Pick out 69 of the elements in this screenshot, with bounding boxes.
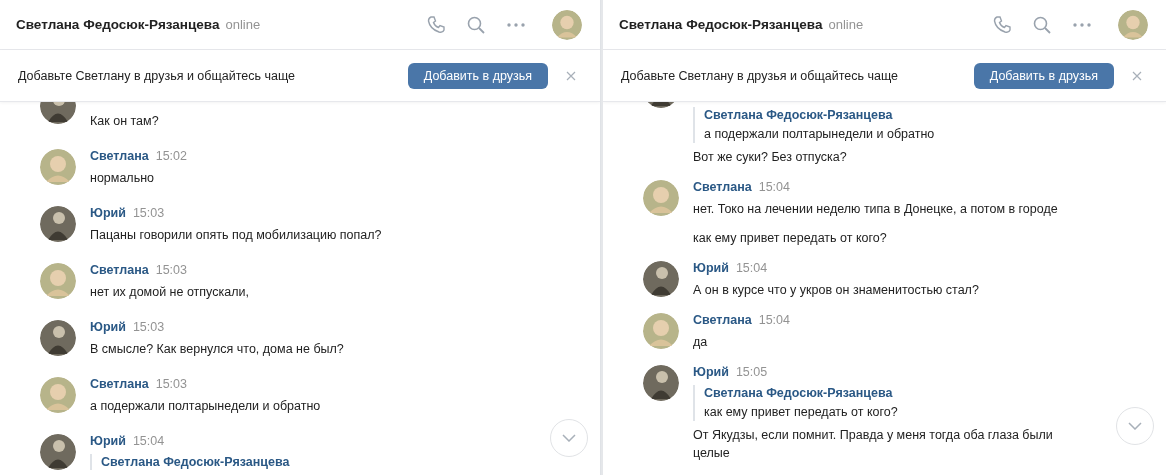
avatar xyxy=(552,9,582,40)
message-time: 15:04 xyxy=(132,434,165,449)
sender-name[interactable]: Юрий xyxy=(693,365,729,380)
message-text: В смысле? Как вернулся что, дома не был? xyxy=(90,341,344,358)
message-text: нормально xyxy=(90,170,155,187)
sender-name[interactable]: Светлана xyxy=(90,263,149,278)
avatar xyxy=(643,313,679,349)
message-time: 15:05 xyxy=(735,365,768,380)
message-text: От Якудзы, если помнит. Правда у меня тогда оба глаза были целые xyxy=(693,427,1054,462)
search-icon[interactable] xyxy=(466,14,486,35)
avatar xyxy=(643,180,679,216)
online-status: online xyxy=(828,17,864,32)
phone-icon[interactable] xyxy=(992,14,1012,35)
sender-name[interactable]: Юрий xyxy=(90,206,126,221)
message-time: 15:04 xyxy=(758,180,790,195)
more-icon[interactable] xyxy=(506,21,526,28)
close-icon[interactable] xyxy=(566,70,576,81)
add-friend-button[interactable]: Добавить в друзья xyxy=(973,62,1114,89)
message-text: да xyxy=(693,334,709,351)
avatar xyxy=(40,434,76,470)
message-text: Как он там? xyxy=(90,113,159,130)
quote-author[interactable]: Светлана Федосюк-Рязанцева xyxy=(704,107,935,123)
avatar xyxy=(1118,9,1148,40)
avatar xyxy=(643,261,679,297)
chat-title: Светлана Федосюк-Рязанцева xyxy=(16,17,220,32)
avatar xyxy=(40,206,76,242)
sender-name[interactable]: Светлана xyxy=(693,180,752,195)
online-status: online xyxy=(225,17,261,32)
quote-author[interactable]: Светлана Федосюк-Рязанцева xyxy=(101,454,290,470)
phone-icon[interactable] xyxy=(426,14,446,35)
avatar xyxy=(40,149,76,185)
scroll-down-button[interactable] xyxy=(1116,407,1154,445)
message-time: 15:02 xyxy=(155,149,187,164)
message-text: Пацаны говорили опять под мобилизацию попал? xyxy=(90,227,382,244)
message-text: нет их домой не отпускали, xyxy=(90,284,249,301)
sender-name[interactable]: Юрий xyxy=(90,320,126,335)
sender-name[interactable]: Светлана xyxy=(90,377,149,392)
avatar xyxy=(40,377,76,413)
chevron-down-icon xyxy=(562,434,576,442)
avatar xyxy=(40,320,76,356)
message-time: 15:03 xyxy=(132,320,165,335)
message-time: 15:03 xyxy=(155,377,187,392)
search-icon[interactable] xyxy=(1032,14,1052,35)
message-text: как ему привет передать от кого? xyxy=(693,230,888,247)
avatar xyxy=(643,365,679,401)
message-text: А он в курсе что у укров он знаменитостью стал? xyxy=(693,282,979,299)
message-text: Вот же суки? Без отпуска? xyxy=(693,149,848,166)
sender-name[interactable]: Светлана xyxy=(90,149,149,164)
banner-text: Добавьте Светлану в друзья и общайтесь чаще xyxy=(18,68,296,83)
message-text: а подержали полтарынедели и обратно xyxy=(90,398,321,415)
quote-text: а подержали полтарынедели и обратно xyxy=(704,126,935,143)
chevron-down-icon xyxy=(1128,422,1142,430)
scroll-down-button[interactable] xyxy=(550,419,588,457)
message-time: 15:03 xyxy=(132,206,165,221)
sender-name[interactable]: Юрий xyxy=(90,434,126,449)
sender-name[interactable]: Светлана xyxy=(693,313,752,328)
message-time: 15:04 xyxy=(735,261,768,276)
sender-name[interactable]: Юрий xyxy=(693,261,729,276)
close-icon[interactable] xyxy=(1132,70,1142,81)
message-time: 15:04 xyxy=(758,313,790,328)
more-icon[interactable] xyxy=(1072,21,1092,28)
quote-text: как ему привет передать от кого? xyxy=(704,404,899,421)
message-time: 15:03 xyxy=(155,263,187,278)
banner-text: Добавьте Светлану в друзья и общайтесь чаще xyxy=(621,68,899,83)
avatar xyxy=(40,263,76,299)
add-friend-button[interactable]: Добавить в друзья xyxy=(407,62,548,89)
chat-title: Светлана Федосюк-Рязанцева xyxy=(619,17,823,32)
message-text: нет. Токо на лечении неделю типа в Донецке, а потом в городе xyxy=(693,201,1058,218)
quote-author[interactable]: Светлана Федосюк-Рязанцева xyxy=(704,385,1078,401)
